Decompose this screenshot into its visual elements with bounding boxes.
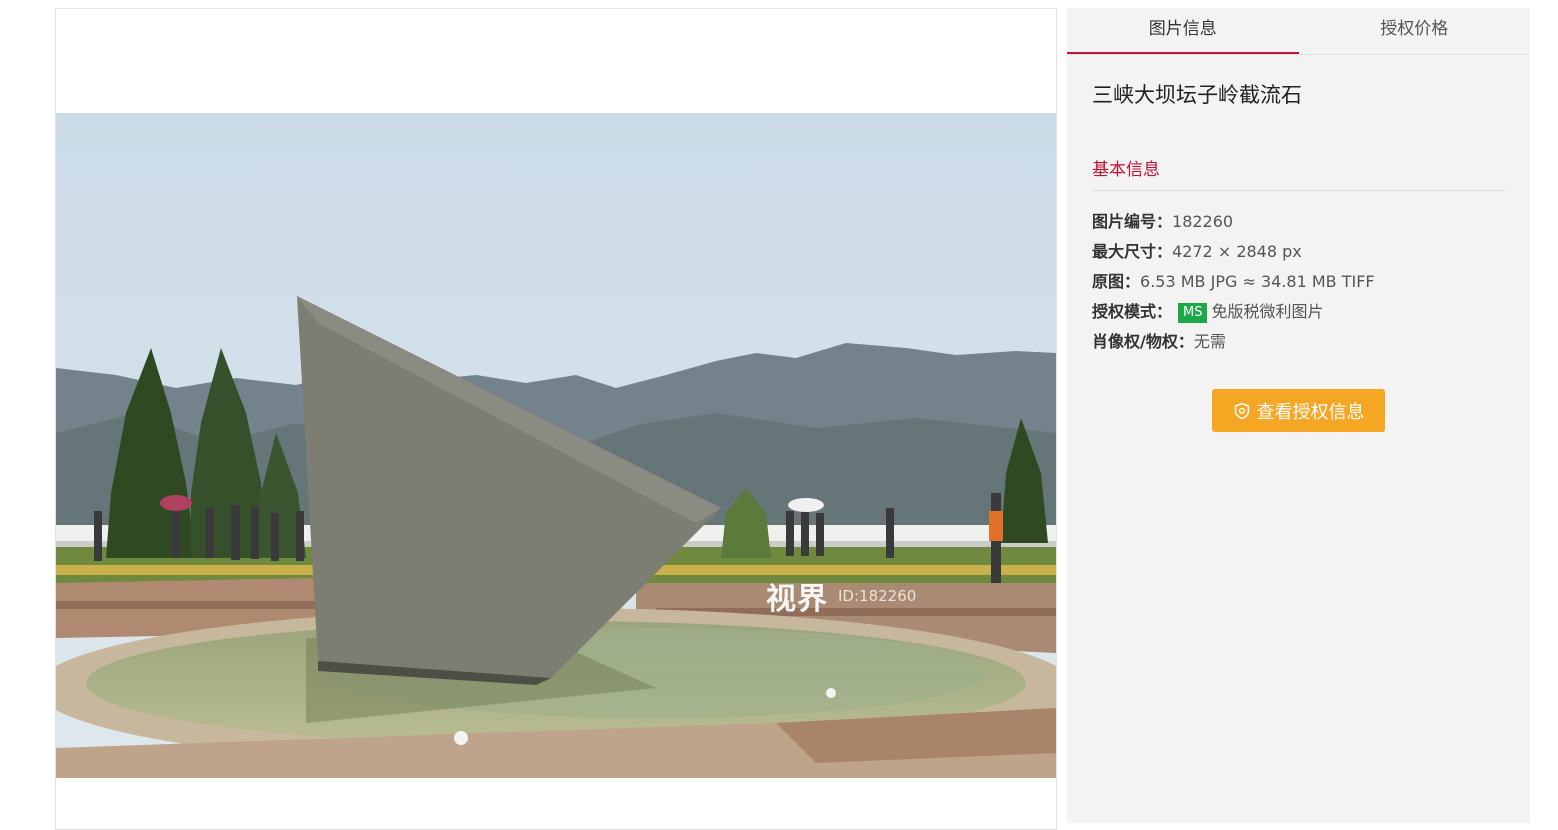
info-panel: 图片信息 授权价格 三峡大坝坛子岭截流石 基本信息 图片编号：182260 最大… [1067, 8, 1530, 823]
portrait-value: 无需 [1193, 332, 1226, 351]
shield-icon [1234, 402, 1249, 419]
photo[interactable] [56, 113, 1056, 778]
tab-license-price[interactable]: 授权价格 [1299, 8, 1531, 54]
original-label: 原图： [1092, 272, 1141, 291]
watermark-logo: 视界 [766, 582, 828, 617]
basic-info-list: 图片编号：182260 最大尺寸：4272 × 2848 px 原图：6.53 … [1092, 207, 1530, 357]
portrait-label: 肖像权/物权： [1092, 332, 1194, 351]
max-size-value: 4272 × 2848 px [1172, 242, 1302, 261]
max-size-row: 最大尺寸：4272 × 2848 px [1092, 237, 1530, 267]
tab-image-info[interactable]: 图片信息 [1067, 8, 1299, 54]
view-license-label: 查看授权信息 [1256, 401, 1365, 423]
license-mode-value: 免版税微利图片 [1211, 302, 1324, 321]
license-mode-row: 授权模式： MS 免版税微利图片 [1092, 297, 1530, 327]
image-id-row: 图片编号：182260 [1092, 207, 1530, 237]
view-license-button[interactable]: 查看授权信息 [1212, 389, 1385, 432]
original-row: 原图：6.53 MB JPG ≈ 34.81 MB TIFF [1092, 267, 1530, 297]
image-title: 三峡大坝坛子岭截流石 [1092, 83, 1302, 107]
portrait-row: 肖像权/物权：无需 [1092, 327, 1530, 357]
basic-info-heading: 基本信息 [1092, 155, 1505, 191]
license-badge: MS [1178, 303, 1208, 323]
watermark: 视界 ID:182260 [766, 574, 916, 618]
tab-bar: 图片信息 授权价格 [1067, 8, 1530, 55]
image-id-label: 图片编号： [1092, 212, 1173, 231]
watermark-id: ID:182260 [838, 587, 917, 605]
original-value: 6.53 MB JPG ≈ 34.81 MB TIFF [1140, 272, 1375, 291]
license-mode-label: 授权模式： [1092, 302, 1173, 321]
max-size-label: 最大尺寸： [1092, 242, 1173, 261]
image-viewer: 视界 ID:182260 [55, 8, 1057, 830]
image-id-value: 182260 [1172, 212, 1234, 231]
